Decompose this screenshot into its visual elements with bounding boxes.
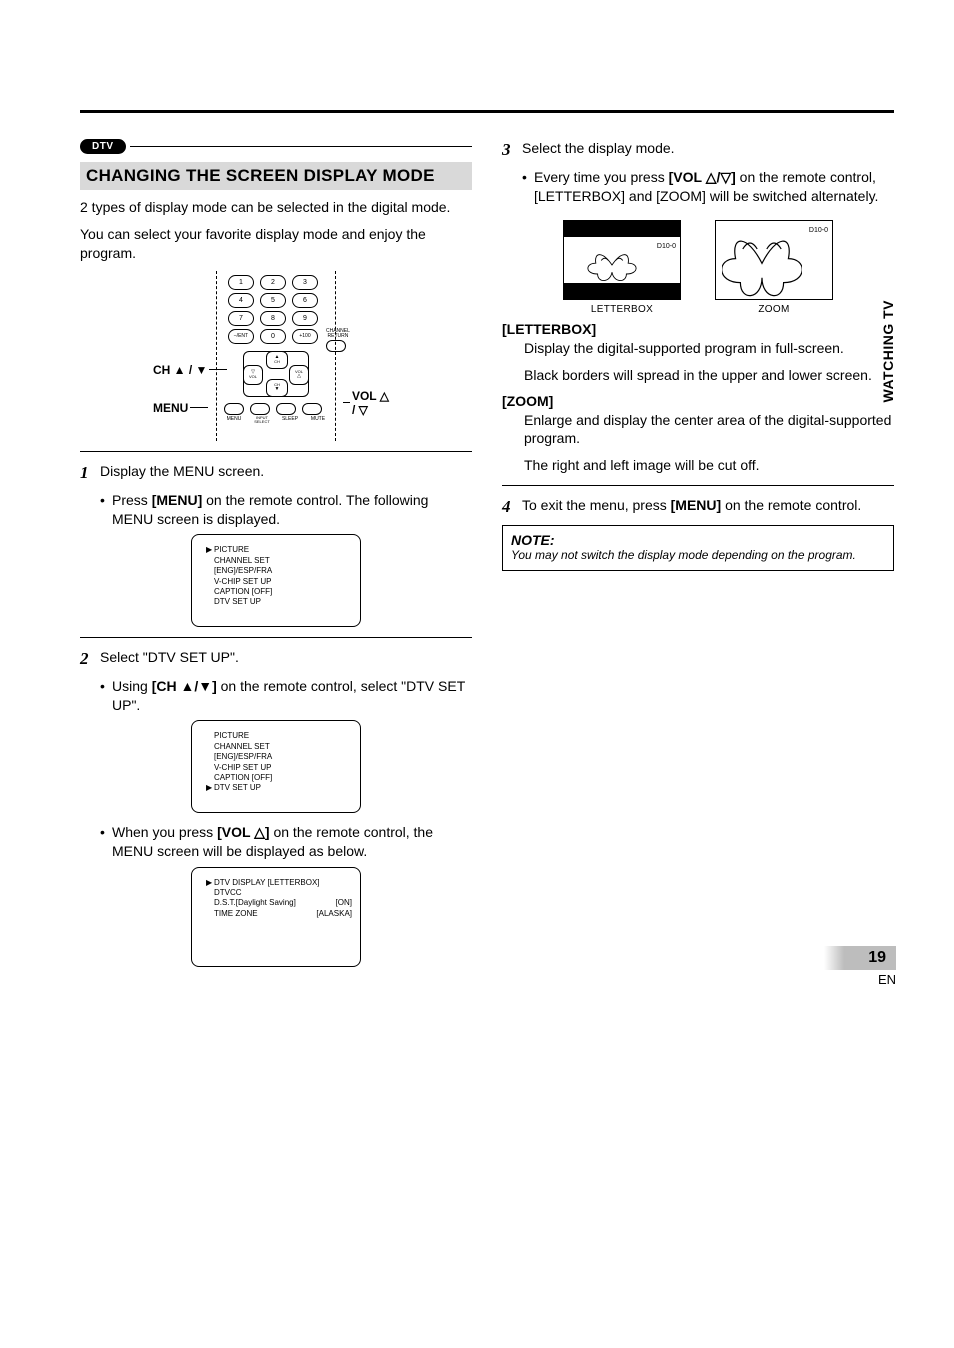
num-3: 3 xyxy=(292,275,318,290)
remote-bottom-row xyxy=(224,403,322,415)
page-language: EN xyxy=(838,972,896,987)
step-2: 2 Select "DTV SET UP". xyxy=(80,648,472,671)
num-7: 7 xyxy=(228,311,254,326)
remote-diagram: 1 2 3 4 5 6 7 8 9 –/ENT 0 +100 CHANNELRE… xyxy=(80,271,472,441)
step-3-number: 3 xyxy=(502,139,522,162)
separator xyxy=(80,451,472,452)
num-0: 0 xyxy=(260,329,286,344)
num-4: 4 xyxy=(228,293,254,308)
remote-dpad: ▲CH CH▼ ▽VOL VOL△ xyxy=(243,351,309,397)
step-4: 4 To exit the menu, press [MENU] on the … xyxy=(502,496,894,519)
step-1: 1 Display the MENU screen. xyxy=(80,462,472,485)
step-2-number: 2 xyxy=(80,648,100,671)
note-box: NOTE: You may not switch the display mod… xyxy=(502,525,894,571)
flower-icon xyxy=(584,247,640,283)
dpad-right: VOL△ xyxy=(289,365,309,385)
preview-zoom: D10-0 ZOOM xyxy=(715,220,833,315)
num-9: 9 xyxy=(292,311,318,326)
step-3-text: Select the display mode. xyxy=(522,139,675,162)
section-heading: CHANGING THE SCREEN DISPLAY MODE xyxy=(80,162,472,190)
side-tab: WATCHING TV xyxy=(880,300,896,402)
flower-icon xyxy=(722,225,802,297)
dtv-badge: DTV xyxy=(80,139,126,154)
num-2: 2 xyxy=(260,275,286,290)
intro-1: 2 types of display mode can be selected … xyxy=(80,198,472,217)
dtv-badge-line xyxy=(130,146,473,147)
dpad-up: ▲CH xyxy=(266,351,288,369)
preview-letterbox-caption: LETTERBOX xyxy=(591,304,653,315)
num-ent: –/ENT xyxy=(228,329,254,344)
callout-vol: VOL △ / ▽ xyxy=(341,389,391,417)
step-2-text: Select "DTV SET UP". xyxy=(100,648,239,671)
menu-screen-2: PICTURE CHANNEL SET [ENG]/ESP/FRA V-CHIP… xyxy=(191,720,361,812)
step-2-bullet-1: • Using [CH ▲/▼] on the remote control, … xyxy=(100,677,472,715)
page-footer: 19 EN xyxy=(838,946,896,987)
step-4-number: 4 xyxy=(502,496,522,519)
channel-label: D10-0 xyxy=(657,243,676,250)
left-column: DTV CHANGING THE SCREEN DISPLAY MODE 2 t… xyxy=(80,139,472,977)
step-3-bullet: • Every time you press [VOL △/▽] on the … xyxy=(522,168,894,206)
letterbox-title: [LETTERBOX] xyxy=(502,321,894,337)
callout-ch: CH ▲ / ▼ xyxy=(153,363,229,377)
zoom-title: [ZOOM] xyxy=(502,393,894,409)
channel-return-label: CHANNELRETURN xyxy=(326,329,350,352)
zoom-desc-2: The right and left image will be cut off… xyxy=(524,456,894,475)
dtv-badge-row: DTV xyxy=(80,139,472,154)
remote-numpad: 1 2 3 4 5 6 7 8 9 –/ENT 0 +100 xyxy=(228,275,318,344)
letterbox-desc-1: Display the digital-supported program in… xyxy=(524,339,894,358)
step-1-bullet: • Press [MENU] on the remote control. Th… xyxy=(100,491,472,529)
right-column: 3 Select the display mode. • Every time … xyxy=(502,139,894,977)
separator xyxy=(80,637,472,638)
zoom-desc-1: Enlarge and display the center area of t… xyxy=(524,411,894,449)
step-1-text: Display the MENU screen. xyxy=(100,462,264,485)
separator xyxy=(502,485,894,486)
step-1-number: 1 xyxy=(80,462,100,485)
menu-screen-3: ▶DTV DISPLAY [LETTERBOX] DTVCC D.S.T.[Da… xyxy=(191,867,361,967)
letterbox-desc-2: Black borders will spread in the upper a… xyxy=(524,366,894,385)
intro-2: You can select your favorite display mod… xyxy=(80,225,472,263)
top-rule xyxy=(80,110,894,113)
step-2-bullet-2: • When you press [VOL △] on the remote c… xyxy=(100,823,472,861)
num-8: 8 xyxy=(260,311,286,326)
display-mode-previews: D10-0 LETTERBOX D10-0 xyxy=(502,220,894,315)
remote-bottom-labels: MENU INPUT SELECT SLEEP MUTE xyxy=(223,416,329,424)
preview-letterbox: D10-0 LETTERBOX xyxy=(563,220,681,315)
menu-screen-1: ▶PICTURE CHANNEL SET [ENG]/ESP/FRA V-CHI… xyxy=(191,534,361,626)
num-5: 5 xyxy=(260,293,286,308)
dpad-left: ▽VOL xyxy=(243,365,263,385)
note-title: NOTE: xyxy=(511,532,885,548)
num-6: 6 xyxy=(292,293,318,308)
page-number: 19 xyxy=(838,946,896,970)
num-1: 1 xyxy=(228,275,254,290)
step-3: 3 Select the display mode. xyxy=(502,139,894,162)
dpad-down: CH▼ xyxy=(266,379,288,397)
channel-label: D10-0 xyxy=(809,227,828,234)
callout-menu: MENU xyxy=(153,401,210,415)
num-100: +100 xyxy=(292,329,318,344)
note-body: You may not switch the display mode depe… xyxy=(511,548,885,564)
preview-zoom-caption: ZOOM xyxy=(758,304,789,315)
